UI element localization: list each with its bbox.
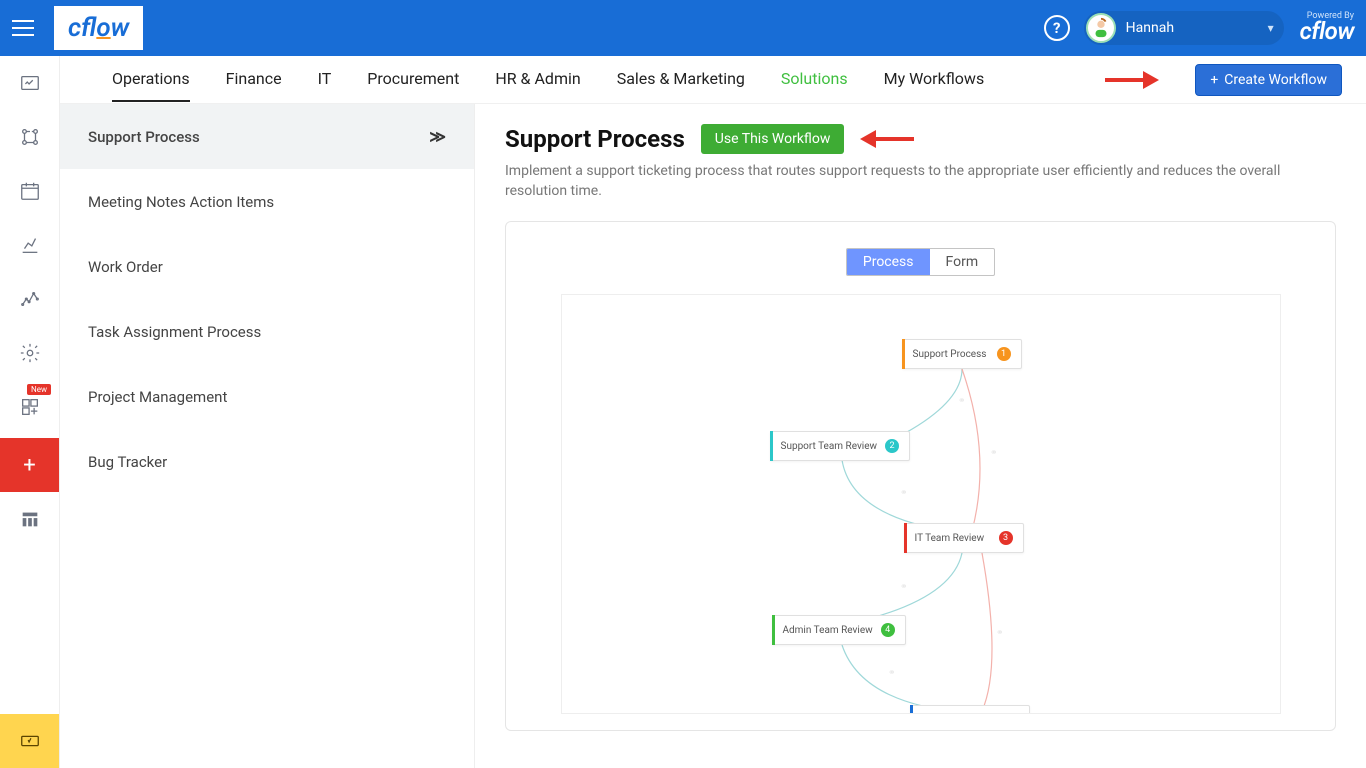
tab-my-workflows[interactable]: My Workflows [884,57,985,102]
workflow-item-label: Support Process [88,128,200,146]
diagram-node-label: END [921,713,940,714]
rail-workflow-icon[interactable] [0,110,59,164]
workflow-item-label: Meeting Notes Action Items [88,193,274,211]
diagram-node-label: Admin Team Review [783,625,873,636]
category-tabs: Operations Finance IT Procurement HR & A… [60,56,1366,104]
use-workflow-button[interactable]: Use This Workflow [701,124,845,154]
toggle-form[interactable]: Form [930,249,995,275]
svg-text:⚭: ⚭ [888,668,896,678]
tab-solutions[interactable]: Solutions [781,57,848,102]
workflow-list-item[interactable]: Meeting Notes Action Items [60,170,474,235]
annotation-arrow-icon [1103,69,1159,91]
user-menu[interactable]: Hannah ▾ [1084,11,1284,45]
workflow-item-label: Bug Tracker [88,453,167,471]
svg-text:⚭: ⚭ [900,488,908,498]
rail-settings-icon[interactable] [0,326,59,380]
workflow-list-item[interactable]: Bug Tracker [60,430,474,495]
workflow-list-item[interactable]: Project Management [60,365,474,430]
avatar [1086,13,1116,43]
workflow-item-label: Task Assignment Process [88,323,261,341]
rail-add-button[interactable]: + [0,438,59,492]
diagram-node[interactable]: IT Team Review 3 [904,523,1024,553]
workflow-item-label: Work Order [88,258,163,276]
diagram-node-label: Support Process [913,349,987,360]
hamburger-menu-icon[interactable] [12,16,36,40]
tab-operations[interactable]: Operations [112,57,190,102]
rail-table-icon[interactable] [0,492,59,546]
annotation-arrow-icon [860,128,916,150]
workflow-list: Support Process ≫ Meeting Notes Action Ite… [60,104,475,768]
diagram-node-label: Support Team Review [781,441,878,452]
rail-ticket-icon[interactable] [0,714,59,768]
rail-analytics-icon[interactable] [0,218,59,272]
new-badge: New [27,384,51,395]
view-toggle: Process Form [846,248,995,276]
diagram-node[interactable]: END [910,705,1030,714]
svg-text:⚭: ⚭ [958,396,966,406]
avatar-icon [1090,17,1112,39]
rail-graph-icon[interactable] [0,272,59,326]
diagram-canvas: Process Form [505,221,1336,731]
diagram-node-badge: 2 [885,439,899,453]
detail-title: Support Process [505,125,685,153]
diagram-node[interactable]: Support Process 1 [902,339,1022,369]
brand-logo[interactable]: cflow [54,6,143,50]
diagram-node[interactable]: Support Team Review 2 [770,431,911,461]
rail-dashboard-icon[interactable] [0,56,59,110]
svg-text:⚭: ⚭ [990,448,998,458]
app-header: cflow ? Hannah ▾ Powered By cflow [0,0,1366,56]
detail-description: Implement a support ticketing process th… [505,162,1285,201]
rail-apps-icon[interactable]: New [0,380,59,434]
tab-it[interactable]: IT [318,57,332,102]
diagram-node-label: IT Team Review [915,533,985,544]
rail-calendar-icon[interactable] [0,164,59,218]
diagram-node[interactable]: Admin Team Review 4 [772,615,906,645]
workflow-list-item[interactable]: Work Order [60,235,474,300]
tab-finance[interactable]: Finance [226,57,282,102]
chevron-down-icon: ▾ [1268,21,1274,35]
diagram-node-badge: 3 [999,531,1013,545]
user-name: Hannah [1126,20,1258,36]
help-icon[interactable]: ? [1044,15,1070,41]
tab-procurement[interactable]: Procurement [367,57,459,102]
workflow-item-label: Project Management [88,388,227,406]
svg-text:⚭: ⚭ [996,628,1004,638]
chevron-right-icon: ≫ [429,127,446,146]
workflow-list-item[interactable]: Task Assignment Process [60,300,474,365]
powered-by: Powered By cflow [1300,11,1354,45]
tab-hr-admin[interactable]: HR & Admin [495,57,580,102]
workflow-detail: Support Process Use This Workflow Implem… [475,104,1366,768]
toggle-process[interactable]: Process [847,249,930,275]
plus-icon: + [1210,72,1218,88]
create-workflow-button[interactable]: + Create Workflow [1195,64,1342,96]
svg-text:⚭: ⚭ [900,582,908,592]
workflow-list-item[interactable]: Support Process ≫ [60,104,474,170]
diagram-node-badge: 4 [881,623,895,637]
diagram-node-badge: 1 [997,347,1011,361]
tab-sales-marketing[interactable]: Sales & Marketing [617,57,745,102]
workflow-diagram[interactable]: ⚭ ⚭ ⚭ ⚭ ⚭ ⚭ Support Process 1 Support Team… [561,294,1281,714]
left-rail: New + [0,56,60,768]
